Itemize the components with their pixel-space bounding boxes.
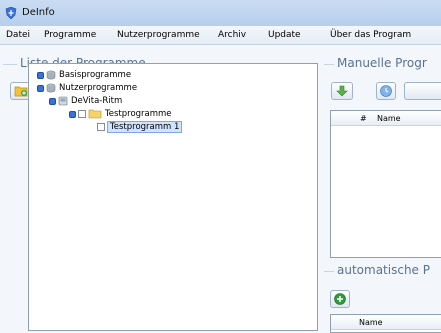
table-header: # Name (331, 111, 441, 126)
tree-node-testprogramme[interactable]: Testprogramme (69, 108, 172, 120)
add-auto-program-button[interactable] (330, 290, 350, 308)
folder-icon (88, 109, 102, 119)
tree-node-label-selected: Testprogramm 1 (107, 121, 183, 133)
plus-circle-icon (334, 293, 346, 305)
auto-programs-title: automatische P (337, 263, 430, 277)
group-line-right-start (324, 64, 334, 65)
expander-icon[interactable] (37, 84, 44, 92)
window-title: DeInfo (22, 7, 55, 18)
expander-icon[interactable] (69, 110, 76, 118)
tree-node-nutzerprogramme[interactable]: Nutzerprogramme (37, 82, 137, 94)
tree-node-label: Testprogramme (105, 109, 172, 119)
arrow-down-icon (336, 85, 348, 97)
title-bar: DeInfo (0, 0, 441, 26)
menu-datei[interactable]: Datei (6, 30, 30, 40)
clock-icon (380, 85, 392, 97)
manual-programs-table[interactable]: # Name (330, 110, 441, 258)
auto-programs-table[interactable]: Name (330, 314, 441, 333)
menu-bar: Datei Programme Nutzerprogramme Archiv U… (0, 26, 441, 45)
program-tree[interactable]: Basisprogramme Nutzerprogramme DeVita-Ri… (28, 63, 318, 331)
tree-checkbox[interactable] (97, 123, 105, 131)
group-line-left-start (3, 64, 17, 65)
tree-checkbox[interactable] (78, 110, 86, 118)
table-header: Name (331, 315, 441, 330)
menu-programme[interactable]: Programme (44, 30, 96, 40)
database-icon (46, 83, 56, 93)
schedule-button[interactable] (376, 82, 396, 100)
tree-node-devita-ritm[interactable]: DeVita-Ritm (49, 95, 122, 107)
device-icon (58, 96, 68, 106)
download-button[interactable] (331, 82, 353, 100)
group-line-auto-start (324, 271, 334, 272)
app-logo-icon (5, 7, 17, 19)
expander-icon[interactable] (37, 71, 44, 79)
manual-programs-title: Manuelle Progr (337, 56, 427, 70)
menu-ueber[interactable]: Über das Program (330, 30, 411, 40)
tree-node-label: Nutzerprogramme (59, 83, 138, 93)
tree-node-label: Basisprogramme (59, 70, 132, 80)
menu-archiv[interactable]: Archiv (218, 30, 246, 40)
column-header-name[interactable]: Name (359, 318, 383, 327)
tree-node-label: DeVita-Ritm (71, 96, 123, 106)
toolbar-field-button[interactable] (404, 82, 441, 100)
tree-node-basisprogramme[interactable]: Basisprogramme (37, 69, 131, 81)
menu-nutzerprogramme[interactable]: Nutzerprogramme (117, 30, 200, 40)
menu-update[interactable]: Update (268, 30, 301, 40)
folder-add-icon (14, 86, 28, 97)
database-icon (46, 70, 56, 80)
expander-icon[interactable] (49, 97, 56, 105)
column-header-name[interactable]: Name (377, 114, 401, 123)
column-header-number[interactable]: # (360, 114, 367, 123)
tree-node-testprogramm-1[interactable]: Testprogramm 1 (97, 121, 183, 133)
